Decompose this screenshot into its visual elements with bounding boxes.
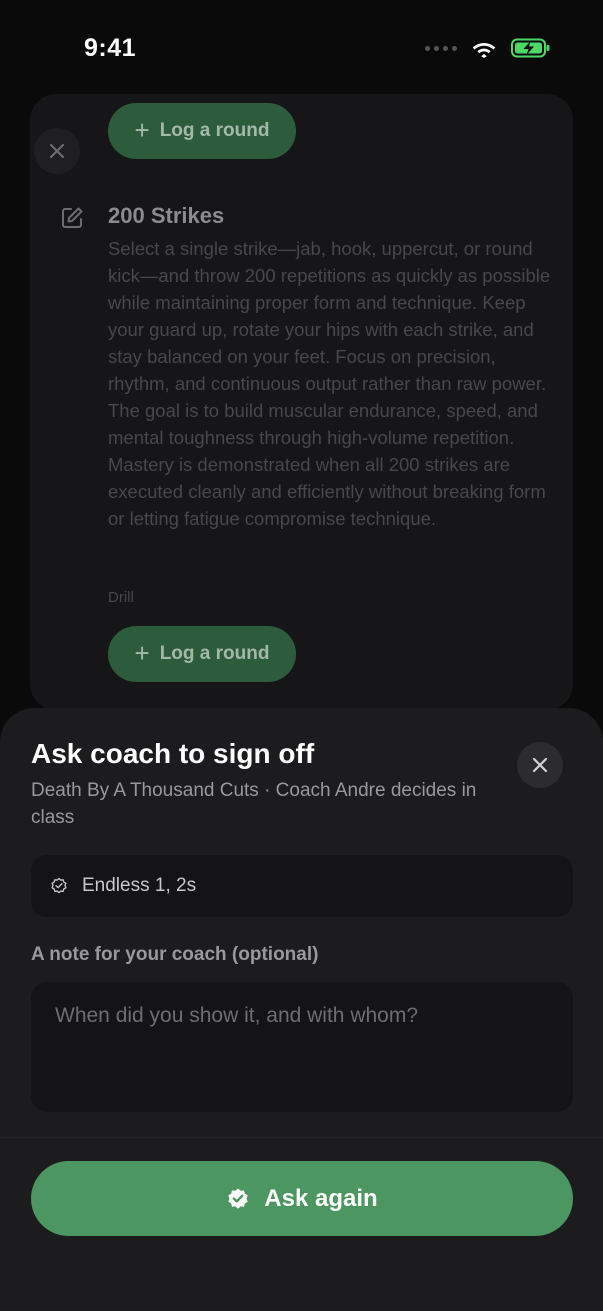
drill-title: 200 Strikes [108,203,225,228]
close-icon [49,143,65,159]
skill-label: Endless 1, 2s [82,875,197,896]
wifi-icon [472,42,496,58]
plus-icon: + [134,637,150,668]
verified-badge-icon [228,1188,249,1209]
background-close-button[interactable] [34,128,80,174]
log-round-label: Log a round [159,643,270,664]
edit-icon [62,207,83,228]
sheet-subtitle: Death By A Thousand Cuts · Coach Andre d… [31,780,477,828]
close-icon [532,757,548,773]
signal-dots-icon [425,45,457,51]
drill-description: Select a single strike—jab, hook, upperc… [108,238,551,529]
status-icons [425,38,551,58]
ask-again-button[interactable]: Ask again [31,1161,573,1236]
log-round-label: Log a round [159,120,270,141]
status-bar: 9:41 [0,0,603,90]
battery-charging-icon [511,38,550,58]
drill-type-label: Drill [108,589,134,606]
plus-icon: + [134,114,150,145]
sheet-title: Ask coach to sign off [31,738,315,769]
note-label: A note for your coach (optional) [31,944,319,965]
sheet-close-button[interactable] [517,742,563,788]
verified-badge-icon [51,877,67,894]
skill-chip: Endless 1, 2s [31,855,573,917]
log-round-button[interactable]: + Log a round [108,103,296,159]
divider [0,1137,603,1138]
sign-off-sheet: Ask coach to sign off Death By A Thousan… [0,708,603,1311]
ask-again-label: Ask again [264,1184,378,1212]
coach-note-field[interactable] [31,982,573,1112]
status-time: 9:41 [84,34,137,62]
log-round-button[interactable]: + Log a round [108,626,296,682]
